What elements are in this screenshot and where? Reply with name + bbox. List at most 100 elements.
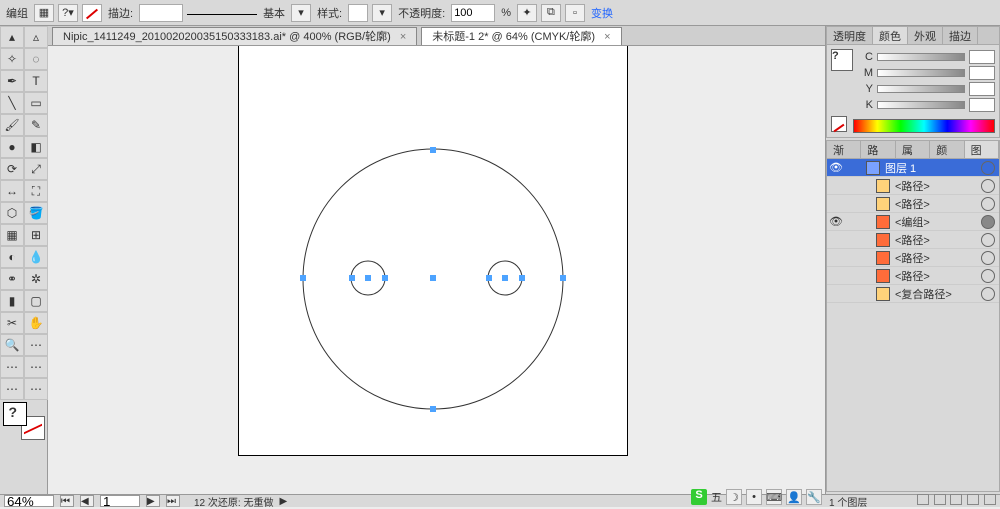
rotate-tool[interactable]: ⟳ (0, 158, 24, 180)
live-paint-tool[interactable]: 🪣 (24, 202, 48, 224)
k-value[interactable] (969, 98, 995, 112)
tab-appearance[interactable]: 外观 (908, 27, 943, 44)
target-icon[interactable] (981, 269, 995, 283)
k-slider[interactable] (877, 101, 965, 109)
question-icon[interactable]: ?▾ (58, 4, 78, 22)
fill-swatch[interactable]: ? (3, 402, 27, 426)
ime-keyboard-icon[interactable]: ⌨ (766, 489, 782, 505)
mesh-tool[interactable]: ⊞ (24, 224, 48, 246)
ime-moon-icon[interactable]: ☽ (726, 489, 742, 505)
brush-dropdown-icon[interactable]: ▾ (291, 4, 311, 22)
fill-stroke-swatch[interactable]: ? (3, 402, 45, 440)
target-icon[interactable] (981, 215, 995, 229)
new-layer-icon[interactable] (967, 494, 979, 505)
align-icon[interactable]: ✦ (517, 4, 537, 22)
zoom-input[interactable] (4, 495, 54, 507)
extra-tool-3[interactable]: ⋯ (24, 356, 48, 378)
lasso-tool[interactable]: ◌ (24, 48, 48, 70)
layer-list[interactable]: 👁图层 1<路径><路径>👁<编组><路径><路径><路径><复合路径> (827, 159, 999, 491)
tab-pathfinder[interactable]: 路径 (861, 141, 895, 158)
scale-tool[interactable]: ⤢ (24, 158, 48, 180)
eraser-tool[interactable]: ◧ (24, 136, 48, 158)
last-page-icon[interactable]: ⏭ (166, 495, 180, 507)
visibility-icon[interactable]: 👁 (827, 215, 845, 228)
tab-opacity[interactable]: 透明度 (827, 27, 873, 44)
width-tool[interactable]: ↔ (0, 180, 24, 202)
artboard-tool[interactable]: ▢ (24, 290, 48, 312)
c-value[interactable] (969, 50, 995, 64)
tab-swatches[interactable]: 颜色 (930, 141, 964, 158)
stroke-width-input[interactable] (139, 4, 183, 22)
layer-row[interactable]: <复合路径> (827, 285, 999, 303)
no-stroke-icon[interactable] (82, 4, 102, 22)
m-value[interactable] (969, 66, 995, 80)
artwork[interactable] (238, 46, 628, 456)
target-icon[interactable] (981, 287, 995, 301)
ime-mode[interactable]: 五 (711, 489, 722, 505)
locate-layer-icon[interactable] (917, 494, 929, 505)
target-icon[interactable] (981, 233, 995, 247)
target-icon[interactable] (981, 197, 995, 211)
new-sublayer-icon[interactable] (950, 494, 962, 505)
column-graph-tool[interactable]: ▮ (0, 290, 24, 312)
layer-row[interactable]: 👁图层 1 (827, 159, 999, 177)
style-dropdown-icon[interactable]: ▾ (372, 4, 392, 22)
extra-tool-5[interactable]: ⋯ (24, 378, 48, 400)
ime-logo[interactable]: S (691, 489, 707, 505)
layer-row[interactable]: <路径> (827, 195, 999, 213)
layer-row[interactable]: 👁<编组> (827, 213, 999, 231)
transform-link[interactable]: 变换 (589, 5, 615, 21)
target-icon[interactable] (981, 179, 995, 193)
spectrum-bar[interactable] (853, 119, 995, 133)
paintbrush-tool[interactable]: 🖌 (0, 114, 24, 136)
tab-document-2[interactable]: 未标题-1 2* @ 64% (CMYK/轮廓) × (421, 27, 621, 45)
layer-row[interactable]: <路径> (827, 267, 999, 285)
tab-attributes[interactable]: 属性 (896, 141, 930, 158)
ime-user-icon[interactable]: 👤 (786, 489, 802, 505)
tab-document-1[interactable]: Nipic_1411249_201002020035150333183.ai* … (52, 27, 417, 45)
eyedropper-tool[interactable]: 💧 (24, 246, 48, 268)
tab-color[interactable]: 颜色 (873, 27, 908, 44)
zoom-tool[interactable]: 🔍 (0, 334, 24, 356)
object-icon[interactable]: ▦ (34, 4, 54, 22)
ime-punct-icon[interactable]: • (746, 489, 762, 505)
make-clip-icon[interactable] (934, 494, 946, 505)
blob-brush-tool[interactable]: ● (0, 136, 24, 158)
symbol-sprayer-tool[interactable]: ✲ (24, 268, 48, 290)
delete-layer-icon[interactable] (984, 494, 996, 505)
close-icon[interactable]: × (604, 31, 610, 43)
selection-tool[interactable]: ▴ (0, 26, 24, 48)
next-page-icon[interactable]: ▶ (146, 495, 160, 507)
extra-tool-4[interactable]: ⋯ (0, 378, 24, 400)
perspective-tool[interactable]: ▦ (0, 224, 24, 246)
c-slider[interactable] (877, 53, 965, 61)
m-slider[interactable] (877, 69, 965, 77)
y-slider[interactable] (877, 85, 965, 93)
tab-stroke[interactable]: 描边 (943, 27, 978, 44)
ime-settings-icon[interactable]: 🔧 (806, 489, 822, 505)
type-tool[interactable]: T (24, 70, 48, 92)
extra-icon[interactable]: ▫ (565, 4, 585, 22)
fill-indicator[interactable]: ? (831, 49, 853, 71)
first-page-icon[interactable]: ⏮ (60, 495, 74, 507)
target-icon[interactable] (981, 251, 995, 265)
y-value[interactable] (969, 82, 995, 96)
free-transform-tool[interactable]: ⛶ (24, 180, 48, 202)
none-swatch[interactable] (831, 116, 847, 132)
gradient-tool[interactable]: ◐ (0, 246, 24, 268)
direct-selection-tool[interactable]: ▵ (24, 26, 48, 48)
hand-tool[interactable]: ✋ (24, 312, 48, 334)
magic-wand-tool[interactable]: ✧ (0, 48, 24, 70)
arrange-icon[interactable]: ⧉ (541, 4, 561, 22)
tab-layers[interactable]: 图层 (965, 141, 999, 158)
pen-tool[interactable]: ✒ (0, 70, 24, 92)
layer-row[interactable]: <路径> (827, 249, 999, 267)
slice-tool[interactable]: ✂ (0, 312, 24, 334)
extra-tool-1[interactable]: ⋯ (24, 334, 48, 356)
tab-gradient[interactable]: 渐变 (827, 141, 861, 158)
status-play-icon[interactable]: ▶ (279, 496, 287, 507)
visibility-icon[interactable]: 👁 (827, 161, 845, 174)
opacity-input[interactable] (451, 4, 495, 22)
canvas[interactable] (48, 46, 825, 494)
pencil-tool[interactable]: ✎ (24, 114, 48, 136)
